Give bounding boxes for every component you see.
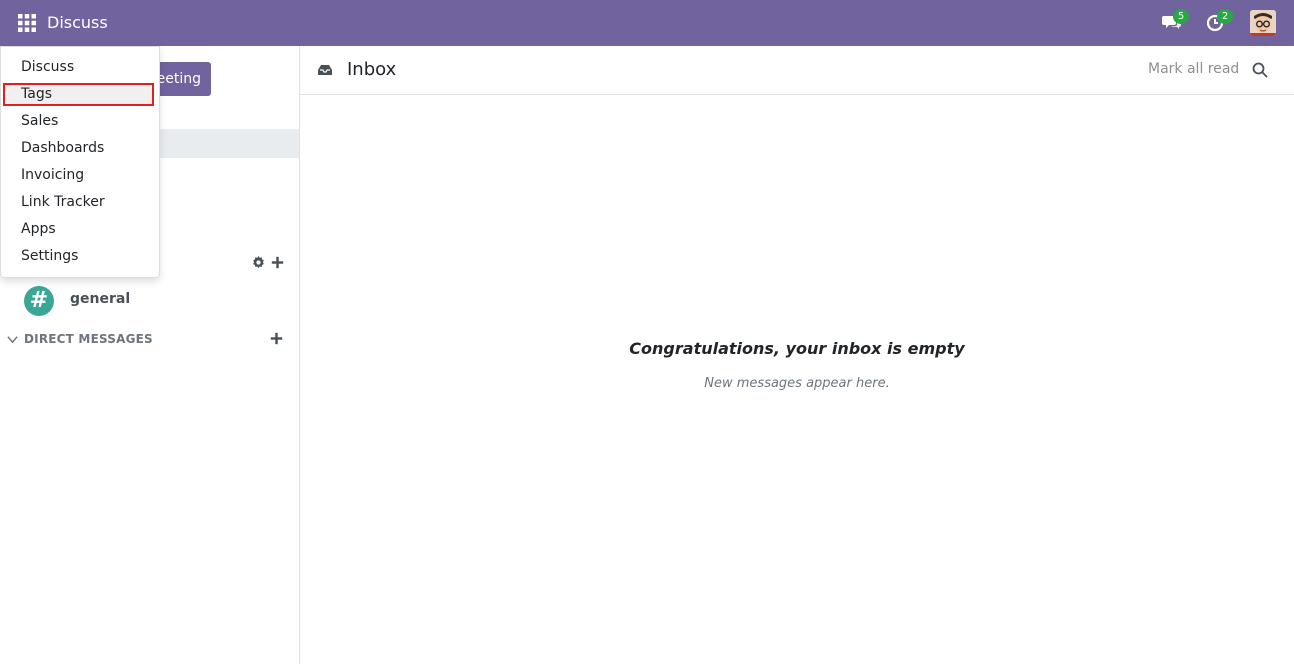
channel-tools <box>252 256 284 272</box>
app-title[interactable]: Discuss <box>47 12 108 34</box>
menu-item-settings[interactable]: Settings <box>1 243 159 270</box>
messages-button[interactable]: 5 <box>1162 9 1189 34</box>
menu-item-apps[interactable]: Apps <box>1 216 159 243</box>
user-avatar-icon <box>1250 10 1276 36</box>
gear-icon[interactable] <box>252 256 265 269</box>
activities-button[interactable]: 2 <box>1206 9 1233 34</box>
apps-grid-icon[interactable] <box>18 14 36 32</box>
inbox-icon <box>318 65 332 75</box>
chevron-down-icon[interactable] <box>7 334 18 345</box>
messages-count-badge: 5 <box>1173 9 1189 24</box>
menu-item-invoicing[interactable]: Invoicing <box>1 162 159 189</box>
page-title: Inbox <box>347 59 397 80</box>
menu-item-link-tracker[interactable]: Link Tracker <box>1 189 159 216</box>
main-content: Inbox Mark all read Congratulations, you… <box>300 46 1294 664</box>
empty-inbox-title: Congratulations, your inbox is empty <box>629 339 965 358</box>
channel-item-general[interactable]: # general <box>0 285 299 317</box>
direct-messages-title[interactable]: DIRECT MESSAGES <box>24 332 153 346</box>
empty-inbox-subtitle: New messages appear here. <box>704 376 890 391</box>
main-header: Inbox Mark all read <box>300 46 1294 95</box>
search-icon[interactable] <box>1252 62 1268 78</box>
direct-messages-header: DIRECT MESSAGES <box>0 330 299 350</box>
activities-count-badge: 2 <box>1217 9 1233 24</box>
menu-item-discuss[interactable]: Discuss <box>1 54 159 81</box>
add-channel-plus-icon[interactable] <box>271 256 284 269</box>
apps-dropdown-menu: Discuss Tags Sales Dashboards Invoicing Link … <box>0 46 160 278</box>
menu-item-sales[interactable]: Sales <box>1 108 159 135</box>
menu-item-dashboards[interactable]: Dashboards <box>1 135 159 162</box>
channel-name: general <box>70 291 131 307</box>
add-direct-message-plus-icon[interactable] <box>270 332 283 345</box>
sidebar-item-inbox-active[interactable] <box>140 129 299 158</box>
channel-hash-icon: # <box>24 286 54 316</box>
user-avatar[interactable] <box>1250 10 1276 36</box>
menu-item-tags[interactable]: Tags <box>3 83 154 106</box>
mark-all-read-button[interactable]: Mark all read <box>1148 61 1239 77</box>
top-navbar: Discuss 5 2 <box>0 0 1294 46</box>
